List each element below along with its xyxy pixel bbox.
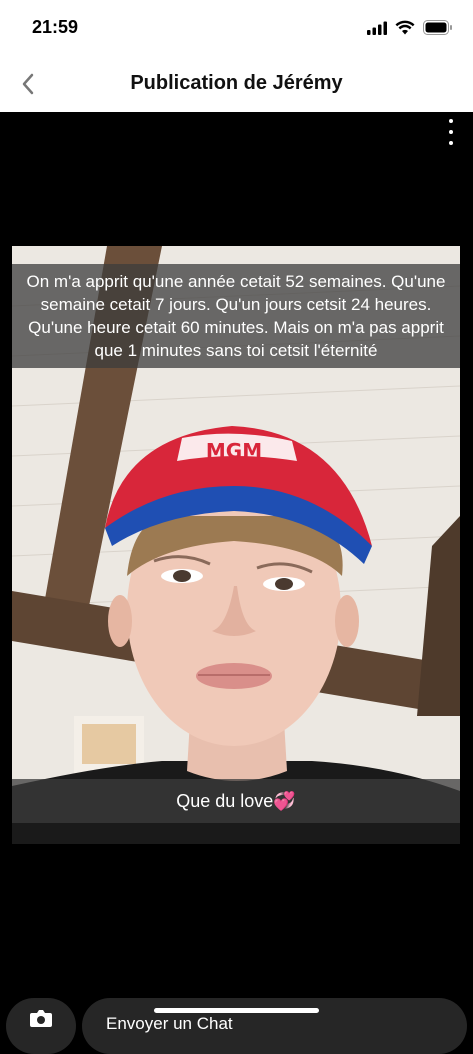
navigation-bar: Publication de Jérémy (0, 56, 473, 113)
chat-input-placeholder: Envoyer un Chat (106, 1014, 233, 1033)
home-indicator (154, 1008, 319, 1013)
wifi-icon (395, 20, 415, 35)
chat-input[interactable]: Envoyer un Chat (82, 998, 467, 1054)
battery-icon (423, 20, 452, 35)
status-icons (367, 20, 453, 35)
cap-logo-text: MGM (206, 439, 262, 463)
post-photo[interactable]: MGM On m'a apprit qu'une année cetait 52… (12, 246, 460, 844)
more-options-icon[interactable] (445, 119, 457, 145)
caption-top: On m'a apprit qu'une année cetait 52 sem… (12, 264, 460, 368)
status-bar: 21:59 (0, 0, 473, 56)
caption-bottom: Que du love💞 (12, 779, 460, 823)
status-time: 21:59 (32, 17, 79, 37)
camera-icon (30, 1010, 52, 1027)
camera-button[interactable] (6, 998, 76, 1054)
cellular-signal-icon (367, 21, 387, 35)
page-title: Publication de Jérémy (130, 72, 343, 94)
